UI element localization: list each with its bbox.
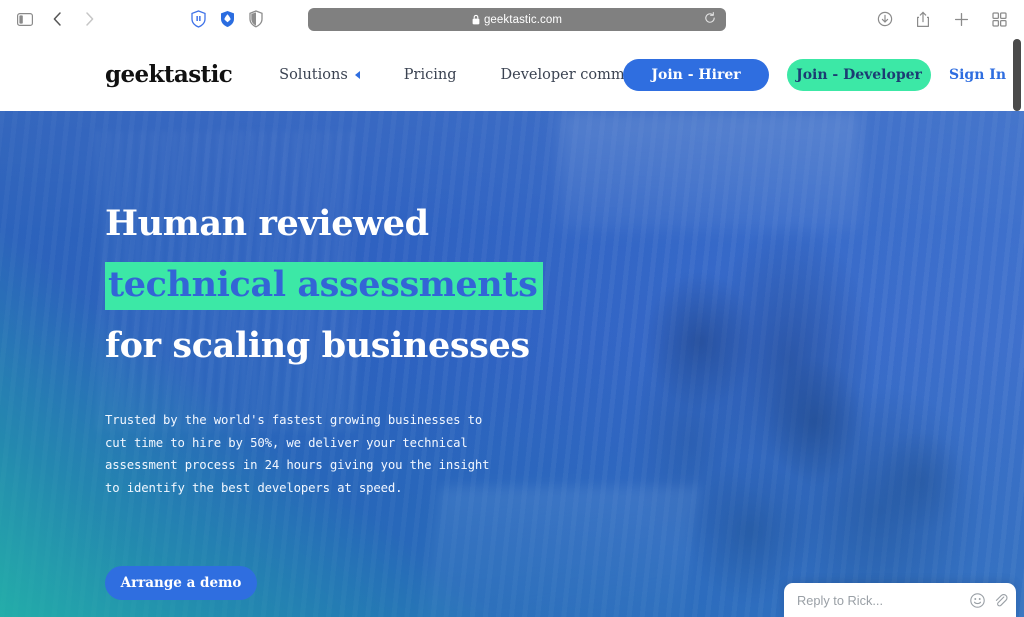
browser-nav-controls xyxy=(0,6,266,32)
arrange-demo-button[interactable]: Arrange a demo xyxy=(105,566,257,600)
forward-icon xyxy=(74,6,104,32)
share-icon[interactable] xyxy=(908,6,938,32)
reload-icon[interactable] xyxy=(704,11,716,29)
lock-icon xyxy=(472,14,480,25)
nav-actions: Join - Hirer Join - Developer Sign In xyxy=(623,38,1024,111)
brave-shield-icon[interactable] xyxy=(217,8,237,30)
downloads-icon[interactable] xyxy=(870,6,900,32)
browser-extensions xyxy=(188,8,266,30)
tab-overview-icon[interactable] xyxy=(984,6,1014,32)
sign-in-link[interactable]: Sign In xyxy=(949,67,1006,83)
hero-content: Human reviewed technical assessments for… xyxy=(105,111,725,617)
nav-item-pricing[interactable]: Pricing xyxy=(382,67,479,83)
browser-action-icons xyxy=(870,0,1014,38)
nav-links: Solutions Pricing Developer community xyxy=(257,67,684,83)
hero-paragraph: Trusted by the world's fastest growing b… xyxy=(105,413,490,496)
site-logo[interactable]: geektastic xyxy=(105,61,233,88)
paperclip-icon[interactable] xyxy=(993,593,1008,608)
chat-reply-input[interactable] xyxy=(797,592,962,608)
back-icon[interactable] xyxy=(42,6,72,32)
page-scrollbar[interactable] xyxy=(1013,39,1021,617)
shield-extension-icon[interactable] xyxy=(188,8,208,30)
web-page: geektastic Solutions Pricing Developer c… xyxy=(0,38,1024,617)
nav-item-solutions-label: Solutions xyxy=(279,66,348,83)
hero-heading: Human reviewed technical assessments for… xyxy=(105,193,544,376)
chat-reply-bar[interactable] xyxy=(784,583,1016,617)
address-bar[interactable]: geektastic.com xyxy=(308,8,726,31)
hero-section: Human reviewed technical assessments for… xyxy=(0,111,1024,617)
nav-item-solutions[interactable]: Solutions xyxy=(257,67,382,83)
browser-toolbar: geektastic.com xyxy=(0,0,1024,38)
address-bar-url: geektastic.com xyxy=(483,13,563,26)
site-navbar: geektastic Solutions Pricing Developer c… xyxy=(0,38,1024,111)
sidebar-toggle-icon[interactable] xyxy=(10,6,40,32)
hero-heading-line3: for scaling businesses xyxy=(105,325,530,366)
join-developer-button[interactable]: Join - Developer xyxy=(787,58,931,91)
address-bar-content: geektastic.com xyxy=(472,14,562,26)
hero-heading-line1: Human reviewed xyxy=(105,203,429,244)
nav-item-pricing-label: Pricing xyxy=(403,66,457,83)
hero-heading-highlight: technical assessments xyxy=(105,262,544,310)
emoji-icon[interactable] xyxy=(970,592,985,608)
privacy-contrast-icon[interactable] xyxy=(246,8,266,30)
join-hirer-button[interactable]: Join - Hirer xyxy=(623,58,769,91)
new-tab-icon[interactable] xyxy=(946,6,976,32)
chevron-down-icon xyxy=(354,70,360,79)
page-scrollbar-thumb[interactable] xyxy=(1013,39,1021,111)
